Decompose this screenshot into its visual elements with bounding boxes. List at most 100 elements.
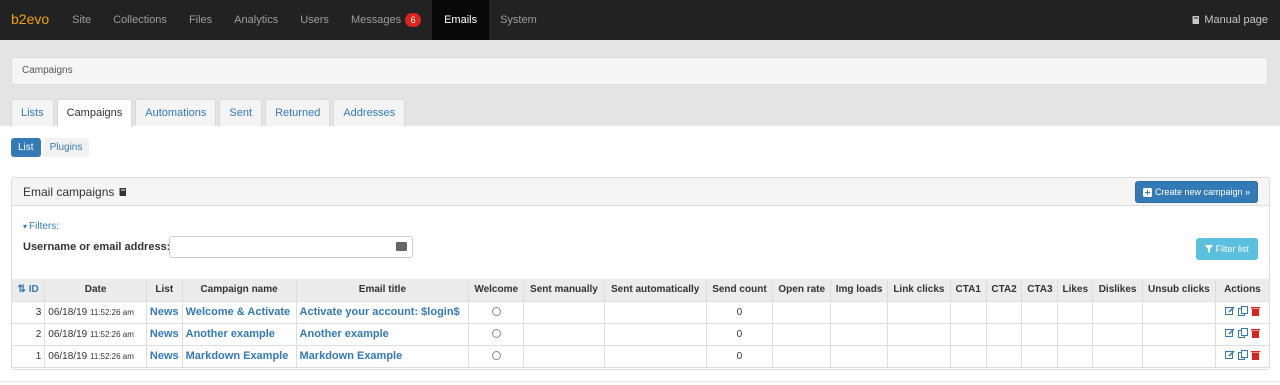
username-email-filter-input[interactable] [169, 236, 413, 258]
cell-welcome [468, 300, 525, 324]
table-header-row: ⇅ ID Date List Campaign name Email title… [12, 279, 1269, 302]
cell-likes [1057, 300, 1094, 324]
col-email-title[interactable]: Email title [295, 279, 470, 302]
col-date[interactable]: Date [44, 279, 147, 302]
filter-list-label: Filter list [1215, 244, 1250, 254]
col-campaign-name[interactable]: Campaign name [181, 279, 297, 302]
trash-icon[interactable] [1250, 350, 1260, 360]
cell-welcome [468, 344, 525, 368]
tab-automations[interactable]: Automations [135, 99, 217, 126]
welcome-radio[interactable] [491, 329, 501, 339]
copy-icon[interactable] [1237, 305, 1248, 316]
nav-messages-label: Messages [350, 14, 402, 26]
copy-icon[interactable] [1237, 349, 1248, 360]
panel-title: Email campaigns [23, 185, 128, 199]
cell-list: News [145, 300, 183, 324]
create-campaign-button[interactable]: Create new campaign » [1134, 181, 1258, 203]
col-cta1[interactable]: CTA1 [949, 279, 987, 302]
cell-cta3 [1021, 300, 1059, 324]
edit-icon[interactable] [1224, 327, 1235, 338]
edit-icon[interactable] [1224, 349, 1235, 360]
col-sent-automatically[interactable]: Sent automatically [603, 279, 707, 302]
cell-dislikes [1092, 322, 1143, 346]
col-cta3[interactable]: CTA3 [1021, 279, 1059, 302]
col-cta2[interactable]: CTA2 [985, 279, 1023, 302]
caret-down-icon: ▾ [23, 222, 28, 231]
welcome-radio[interactable] [491, 351, 501, 361]
cell-sent-automatically [603, 300, 707, 324]
cell-cta1 [949, 300, 987, 324]
col-welcome[interactable]: Welcome [468, 279, 525, 302]
manual-page-link[interactable]: Manual page [1191, 0, 1280, 40]
manual-page-label: Manual page [1204, 14, 1268, 26]
edit-icon[interactable] [1224, 305, 1235, 316]
col-id-label: ID [28, 284, 39, 296]
cell-unsub-clicks [1141, 344, 1216, 368]
nav-users[interactable]: Users [289, 0, 340, 40]
nav-emails[interactable]: Emails [432, 0, 490, 40]
nav-collections[interactable]: Collections [102, 0, 178, 40]
col-open-rate[interactable]: Open rate [772, 279, 832, 302]
email-title-link[interactable]: Another example [300, 328, 389, 340]
list-link[interactable]: News [150, 306, 179, 318]
col-id[interactable]: ⇅ ID [12, 279, 46, 302]
cell-send-count: 0 [705, 344, 774, 368]
breadcrumb: Campaigns [11, 57, 1268, 85]
tab-returned[interactable]: Returned [265, 99, 331, 126]
col-send-count[interactable]: Send count [705, 279, 774, 302]
welcome-radio[interactable] [491, 307, 501, 317]
tab-sent[interactable]: Sent [219, 99, 263, 126]
col-list[interactable]: List [145, 279, 183, 302]
cell-cta3 [1021, 322, 1059, 346]
brand-logo[interactable]: b2evo [0, 0, 61, 40]
nav-messages[interactable]: Messages 6 [340, 0, 432, 40]
nav-analytics[interactable]: Analytics [223, 0, 289, 40]
nav-site[interactable]: Site [61, 0, 102, 40]
list-link[interactable]: News [150, 350, 179, 362]
book-icon [119, 188, 127, 196]
campaign-name-link[interactable]: Another example [186, 328, 275, 340]
cell-id: 3 [12, 300, 46, 324]
copy-icon[interactable] [1237, 327, 1248, 338]
campaign-name-link[interactable]: Markdown Example [186, 350, 289, 362]
col-img-loads[interactable]: Img loads [830, 279, 888, 302]
list-link[interactable]: News [150, 328, 179, 340]
subtab-bar: List Plugins [11, 138, 90, 157]
col-actions: Actions [1214, 279, 1269, 302]
tab-addresses[interactable]: Addresses [333, 99, 406, 126]
campaign-name-link[interactable]: Welcome & Activate [186, 306, 291, 318]
col-dislikes[interactable]: Dislikes [1092, 279, 1143, 302]
trash-icon[interactable] [1250, 306, 1260, 316]
time-text: 11:52:26 am [90, 307, 134, 317]
filters-toggle[interactable]: ▾ Filters: [23, 221, 59, 232]
book-icon [1192, 16, 1200, 24]
cell-dislikes [1092, 344, 1143, 368]
subtab-list[interactable]: List [11, 138, 41, 157]
cell-actions [1214, 300, 1269, 324]
cell-id: 1 [12, 344, 46, 368]
date-text: 06/18/19 [48, 350, 88, 362]
tab-campaigns[interactable]: Campaigns [56, 99, 133, 127]
cell-likes [1057, 344, 1094, 368]
subtab-plugins[interactable]: Plugins [42, 138, 90, 157]
col-link-clicks[interactable]: Link clicks [886, 279, 951, 302]
table-row: 2 06/18/19 11:52:26 am News Another exam… [12, 322, 1269, 346]
table-row: 3 06/18/19 11:52:26 am News Welcome & Ac… [12, 300, 1269, 324]
nav-system[interactable]: System [489, 0, 548, 40]
trash-icon[interactable] [1250, 328, 1260, 338]
campaigns-table: ⇅ ID Date List Campaign name Email title… [12, 279, 1269, 368]
filter-list-button[interactable]: Filter list [1195, 238, 1258, 260]
time-text: 11:52:26 am [90, 351, 134, 361]
nav-files[interactable]: Files [178, 0, 223, 40]
col-sent-manually[interactable]: Sent manually [523, 279, 605, 302]
col-likes[interactable]: Likes [1057, 279, 1094, 302]
cell-img-loads [830, 322, 888, 346]
tab-lists[interactable]: Lists [11, 99, 54, 126]
email-title-link[interactable]: Markdown Example [300, 350, 403, 362]
cell-date: 06/18/19 11:52:26 am [44, 322, 147, 346]
email-title-link[interactable]: Activate your account: $login$ [300, 306, 460, 318]
col-unsub-clicks[interactable]: Unsub clicks [1141, 279, 1216, 302]
cell-campaign-name: Welcome & Activate [181, 300, 297, 324]
cell-date: 06/18/19 11:52:26 am [44, 344, 147, 368]
cell-likes [1057, 322, 1094, 346]
